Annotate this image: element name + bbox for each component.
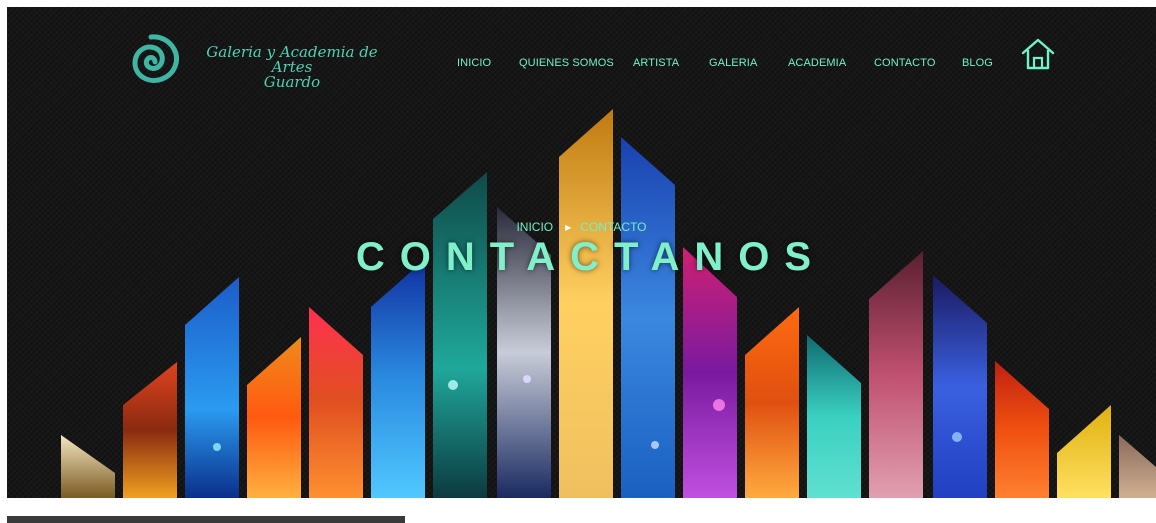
content-bar (7, 516, 405, 523)
breadcrumb: INICIO ▶ CONTACTO (7, 220, 1156, 234)
logo-line-1: Galeria y Academia de Artes (206, 43, 378, 76)
spiral-logo-icon (132, 34, 179, 83)
site-logo[interactable]: Galeria y Academia de Artes Guardo (115, 27, 378, 97)
nav-item-academia[interactable]: ACADEMIA (788, 57, 846, 69)
hero-banner: Galeria y Academia de Artes Guardo INICI… (7, 7, 1156, 498)
nav-item-galeria[interactable]: GALERIA (709, 57, 757, 69)
page-title: CONTACTANOS (355, 235, 827, 279)
breadcrumb-item-inicio[interactable]: INICIO (516, 220, 553, 234)
nav-item-quienes-somos[interactable]: QUIENES SOMOS (519, 57, 614, 69)
breadcrumb-item-contacto: CONTACTO (580, 220, 647, 234)
nav-item-contacto[interactable]: CONTACTO (874, 57, 936, 69)
logo-text: Galeria y Academia de Artes Guardo (197, 45, 387, 90)
nav-item-inicio[interactable]: INICIO (457, 57, 491, 69)
logo-line-2: Guardo (263, 73, 321, 91)
home-icon[interactable] (1020, 36, 1056, 72)
nav-item-artista[interactable]: ARTISTA (633, 57, 679, 69)
triangle-right-icon: ▶ (565, 223, 572, 232)
nav-item-blog[interactable]: BLOG (962, 57, 993, 69)
